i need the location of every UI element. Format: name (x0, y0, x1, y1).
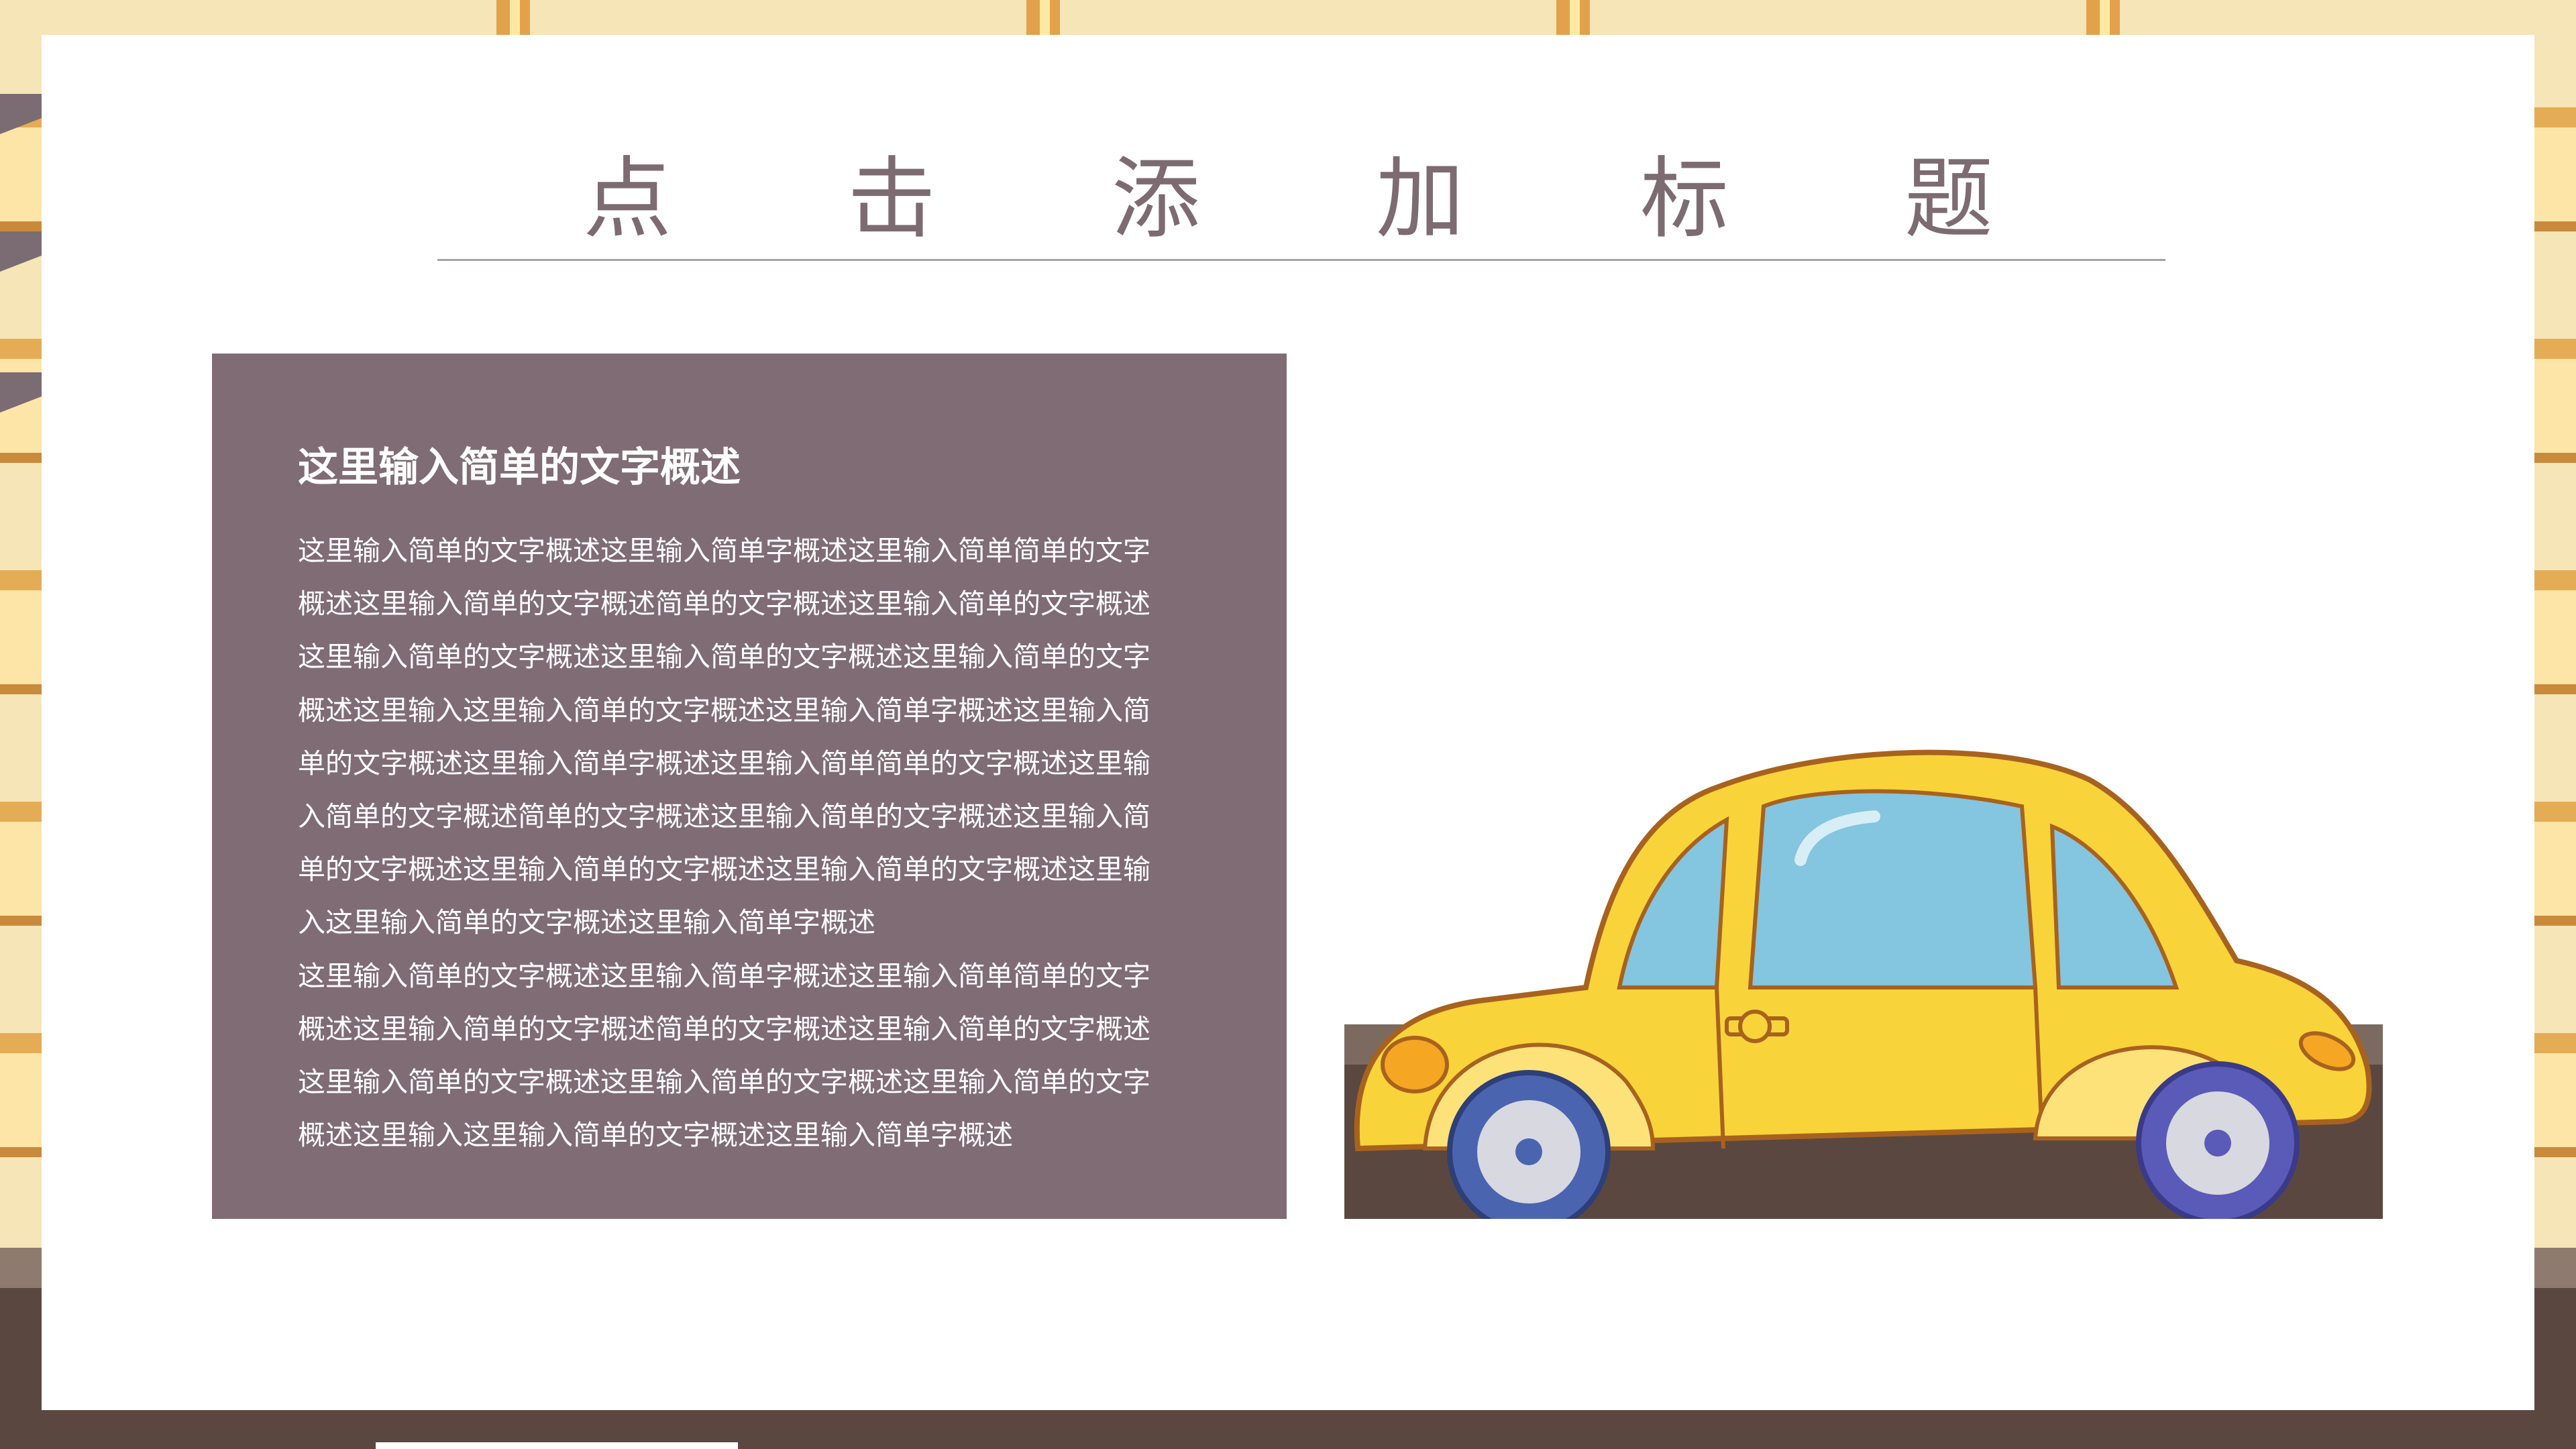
wheel-rear (2136, 1061, 2300, 1225)
card-body-line: 概述这里输入简单的文字概述简单的文字概述这里输入简单的文字概述 (298, 1012, 1150, 1045)
card-body-line: 单的文字概述这里输入简单的文字概述这里输入简单的文字概述这里输 (298, 853, 1150, 886)
wheel-front (1447, 1070, 1611, 1234)
background-wall-top (0, 0, 2576, 40)
card-heading[interactable]: 这里输入简单的文字概述 (298, 441, 1237, 494)
card-body-line: 概述这里输入这里输入简单的文字概述这里输入简单字概述这里输入简 (298, 694, 1150, 727)
card-body-line: 入这里输入简单的文字概述这里输入简单字概述 (298, 906, 875, 939)
card-body-line: 概述这里输入简单的文字概述简单的文字概述这里输入简单的文字概述 (298, 588, 1150, 621)
background-wall-right (2534, 0, 2576, 1449)
yellow-car-icon (1344, 749, 2383, 1234)
text-card: 这里输入简单的文字概述 这里输入简单的文字概述这里输入简单字概述这里输入简单简单… (212, 354, 1287, 1219)
car-window-middle (1748, 789, 2038, 989)
card-body-line: 单的文字概述这里输入简单字概述这里输入简单简单的文字概述这里输 (298, 747, 1150, 780)
card-body-line: 这里输入简单的文字概述这里输入简单字概述这里输入简单简单的文字 (298, 535, 1150, 567)
card-body-line: 入简单的文字概述简单的文字概述这里输入简单的文字概述这里输入简 (298, 800, 1150, 833)
card-body-line: 这里输入简单的文字概述这里输入简单字概述这里输入简单简单的文字 (298, 959, 1150, 992)
ground-line (376, 1442, 738, 1449)
headlight (1381, 1036, 1449, 1093)
slide-title[interactable]: 点 击 添 加 标 题 (42, 142, 2534, 256)
card-body-line: 这里输入简单的文字概述这里输入简单的文字概述这里输入简单的文字 (298, 641, 1150, 674)
card-body-line: 概述这里输入这里输入简单的文字概述这里输入简单字概述 (298, 1119, 1013, 1152)
title-divider (437, 259, 2165, 261)
background-wall-left (0, 0, 42, 1449)
door-handle-knob (1738, 1010, 1772, 1043)
car-illustration[interactable] (1344, 639, 2383, 1234)
card-body-line: 这里输入简单的文字概述这里输入简单的文字概述这里输入简单的文字 (298, 1066, 1150, 1099)
card-body[interactable]: 这里输入简单的文字概述这里输入简单字概述这里输入简单简单的文字 概述这里输入简单… (298, 525, 1217, 1162)
slide-canvas: 点 击 添 加 标 题 这里输入简单的文字概述 这里输入简单的文字概述这里输入简… (42, 35, 2534, 1410)
